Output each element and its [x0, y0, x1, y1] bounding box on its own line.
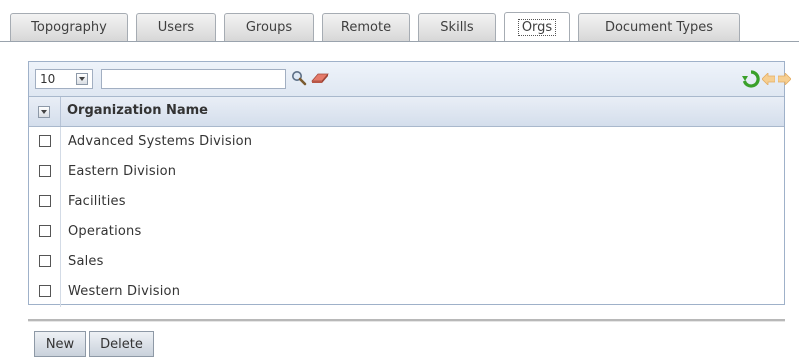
table-row[interactable]: Operations: [29, 217, 784, 247]
page-size-value: 10: [40, 72, 56, 86]
column-divider: [60, 277, 61, 307]
tab-label: Orgs: [517, 18, 557, 36]
organization-name[interactable]: Facilities: [68, 194, 126, 209]
row-checkbox[interactable]: [39, 135, 51, 147]
row-checkbox[interactable]: [39, 285, 51, 297]
column-divider: [60, 97, 61, 126]
organization-name[interactable]: Operations: [68, 224, 141, 239]
column-divider: [60, 187, 61, 217]
tab-skills[interactable]: Skills: [418, 13, 496, 41]
eraser-icon[interactable]: [311, 72, 329, 84]
action-bar-divider: [28, 319, 785, 322]
arrow-left-icon[interactable]: [762, 73, 775, 85]
tab-remote[interactable]: Remote: [322, 13, 410, 41]
row-checkbox[interactable]: [39, 255, 51, 267]
search-input[interactable]: [101, 69, 286, 89]
tab-label: Skills: [440, 20, 474, 35]
organization-name[interactable]: Sales: [68, 254, 104, 269]
column-divider: [60, 217, 61, 247]
tab-document-types[interactable]: Document Types: [578, 13, 740, 41]
row-checkbox[interactable]: [39, 165, 51, 177]
grid-toolbar: 10: [29, 62, 791, 97]
column-divider: [60, 247, 61, 277]
table-row[interactable]: Eastern Division: [29, 157, 784, 187]
page-size-select[interactable]: 10: [35, 69, 93, 89]
delete-button[interactable]: Delete: [89, 331, 154, 357]
organization-name[interactable]: Eastern Division: [68, 164, 176, 179]
column-divider: [60, 157, 61, 187]
grid-header: Organization Name: [29, 97, 784, 127]
refresh-icon[interactable]: [742, 70, 760, 88]
tab-users[interactable]: Users: [136, 13, 216, 41]
orgs-grid: 10 Organization Name Advanced Systems Di…: [28, 61, 791, 307]
chevron-down-icon[interactable]: [76, 73, 88, 85]
tab-label: Remote: [340, 20, 392, 35]
new-button[interactable]: New: [34, 331, 86, 357]
table-row[interactable]: Facilities: [29, 187, 784, 217]
tab-bar: Topography Users Groups Remote Skills Or…: [0, 0, 799, 42]
table-row[interactable]: Western Division: [29, 277, 784, 307]
table-row[interactable]: Advanced Systems Division: [29, 127, 784, 157]
arrow-right-icon[interactable]: [778, 73, 791, 85]
tab-bar-divider: [0, 41, 799, 42]
tab-label: Document Types: [604, 20, 714, 35]
tab-label: Groups: [245, 20, 293, 35]
organization-name[interactable]: Advanced Systems Division: [68, 134, 252, 149]
row-checkbox[interactable]: [39, 225, 51, 237]
table-row[interactable]: Sales: [29, 247, 784, 277]
organization-name[interactable]: Western Division: [68, 284, 180, 299]
tab-orgs[interactable]: Orgs: [504, 12, 570, 41]
tab-label: Users: [157, 20, 195, 35]
select-menu-icon[interactable]: [38, 106, 50, 118]
grid-body: Advanced Systems Division Eastern Divisi…: [29, 127, 784, 307]
column-header-organization-name[interactable]: Organization Name: [67, 103, 208, 118]
column-divider: [60, 127, 61, 157]
tab-topography[interactable]: Topography: [10, 13, 128, 41]
search-icon[interactable]: [291, 70, 307, 86]
tab-groups[interactable]: Groups: [224, 13, 314, 41]
tab-label: Topography: [31, 20, 107, 35]
row-checkbox[interactable]: [39, 195, 51, 207]
